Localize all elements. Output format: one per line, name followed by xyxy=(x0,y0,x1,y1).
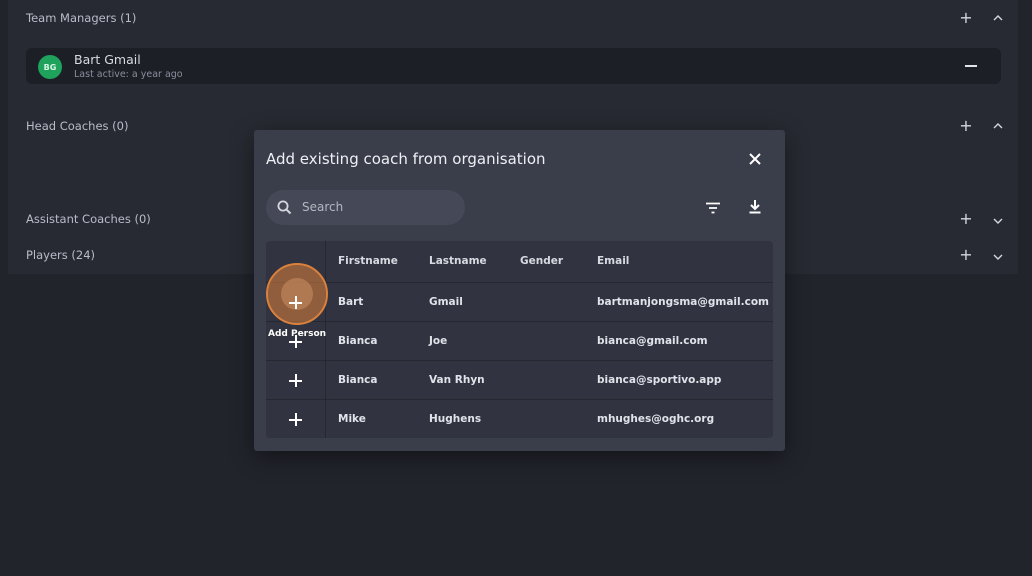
add-person-tooltip: Add Person xyxy=(268,329,327,339)
click-highlight-group: Add Person xyxy=(266,263,328,363)
avatar: BG xyxy=(38,55,62,79)
plus-icon[interactable]: + xyxy=(958,10,974,26)
chevron-up-icon[interactable] xyxy=(990,118,1006,134)
plus-icon[interactable]: + xyxy=(958,211,974,227)
cell-firstname: Bianca xyxy=(338,335,378,347)
cell-email: mhughes@oghc.org xyxy=(597,413,715,425)
download-icon[interactable] xyxy=(746,198,764,216)
cell-lastname: Joe xyxy=(429,335,448,347)
cell-email: bartmanjongsma@gmail.com xyxy=(597,296,769,308)
member-card: BG Bart Gmail Last active: a year ago xyxy=(26,48,1001,84)
header-gender[interactable]: Gender xyxy=(520,255,563,267)
cell-lastname: Gmail xyxy=(429,296,463,308)
minus-icon[interactable] xyxy=(962,57,980,75)
add-coach-dialog: Add existing coach from organisation Fir… xyxy=(254,130,785,451)
cell-lastname: Hughens xyxy=(429,413,482,425)
table-row: Mike Hughens mhughes@oghc.org xyxy=(266,400,773,438)
chevron-down-icon[interactable] xyxy=(990,213,1006,229)
section-title: Head Coaches (0) xyxy=(26,119,129,133)
cell-firstname: Bianca xyxy=(338,374,378,386)
member-last-active: Last active: a year ago xyxy=(74,69,183,80)
cell-email: bianca@gmail.com xyxy=(597,335,708,347)
header-email[interactable]: Email xyxy=(597,255,629,267)
chevron-up-icon[interactable] xyxy=(990,10,1006,26)
table-header: Firstname Lastname Gender Email xyxy=(266,241,773,283)
chevron-down-icon[interactable] xyxy=(990,249,1006,265)
search-box[interactable] xyxy=(266,190,465,225)
close-icon[interactable] xyxy=(747,151,763,167)
section-team-managers[interactable]: Team Managers (1) + xyxy=(8,0,1018,36)
cell-firstname: Bart xyxy=(338,296,364,308)
header-firstname[interactable]: Firstname xyxy=(338,255,398,267)
section-title: Team Managers (1) xyxy=(26,11,137,25)
plus-icon[interactable]: + xyxy=(958,247,974,263)
section-title: Players (24) xyxy=(26,248,96,262)
search-icon xyxy=(276,199,293,216)
header-lastname[interactable]: Lastname xyxy=(429,255,487,267)
dialog-title: Add existing coach from organisation xyxy=(266,150,546,168)
member-name: Bart Gmail xyxy=(74,52,141,67)
table-row: Bianca Van Rhyn bianca@sportivo.app xyxy=(266,361,773,400)
tooltip-dot xyxy=(295,342,297,344)
plus-icon[interactable]: + xyxy=(958,118,974,134)
cell-firstname: Mike xyxy=(338,413,366,425)
table-row: Bart Gmail bartmanjongsma@gmail.com xyxy=(266,283,773,322)
cell-email: bianca@sportivo.app xyxy=(597,374,722,386)
filter-icon[interactable] xyxy=(704,199,722,217)
add-person-button[interactable] xyxy=(287,372,304,389)
cell-lastname: Van Rhyn xyxy=(429,374,485,386)
search-input[interactable] xyxy=(302,196,452,218)
add-person-button[interactable] xyxy=(287,411,304,428)
coaches-table: Firstname Lastname Gender Email Bart Gma… xyxy=(266,241,773,438)
section-title: Assistant Coaches (0) xyxy=(26,212,151,226)
plus-icon[interactable] xyxy=(287,294,304,311)
table-row: Bianca Joe bianca@gmail.com xyxy=(266,322,773,361)
